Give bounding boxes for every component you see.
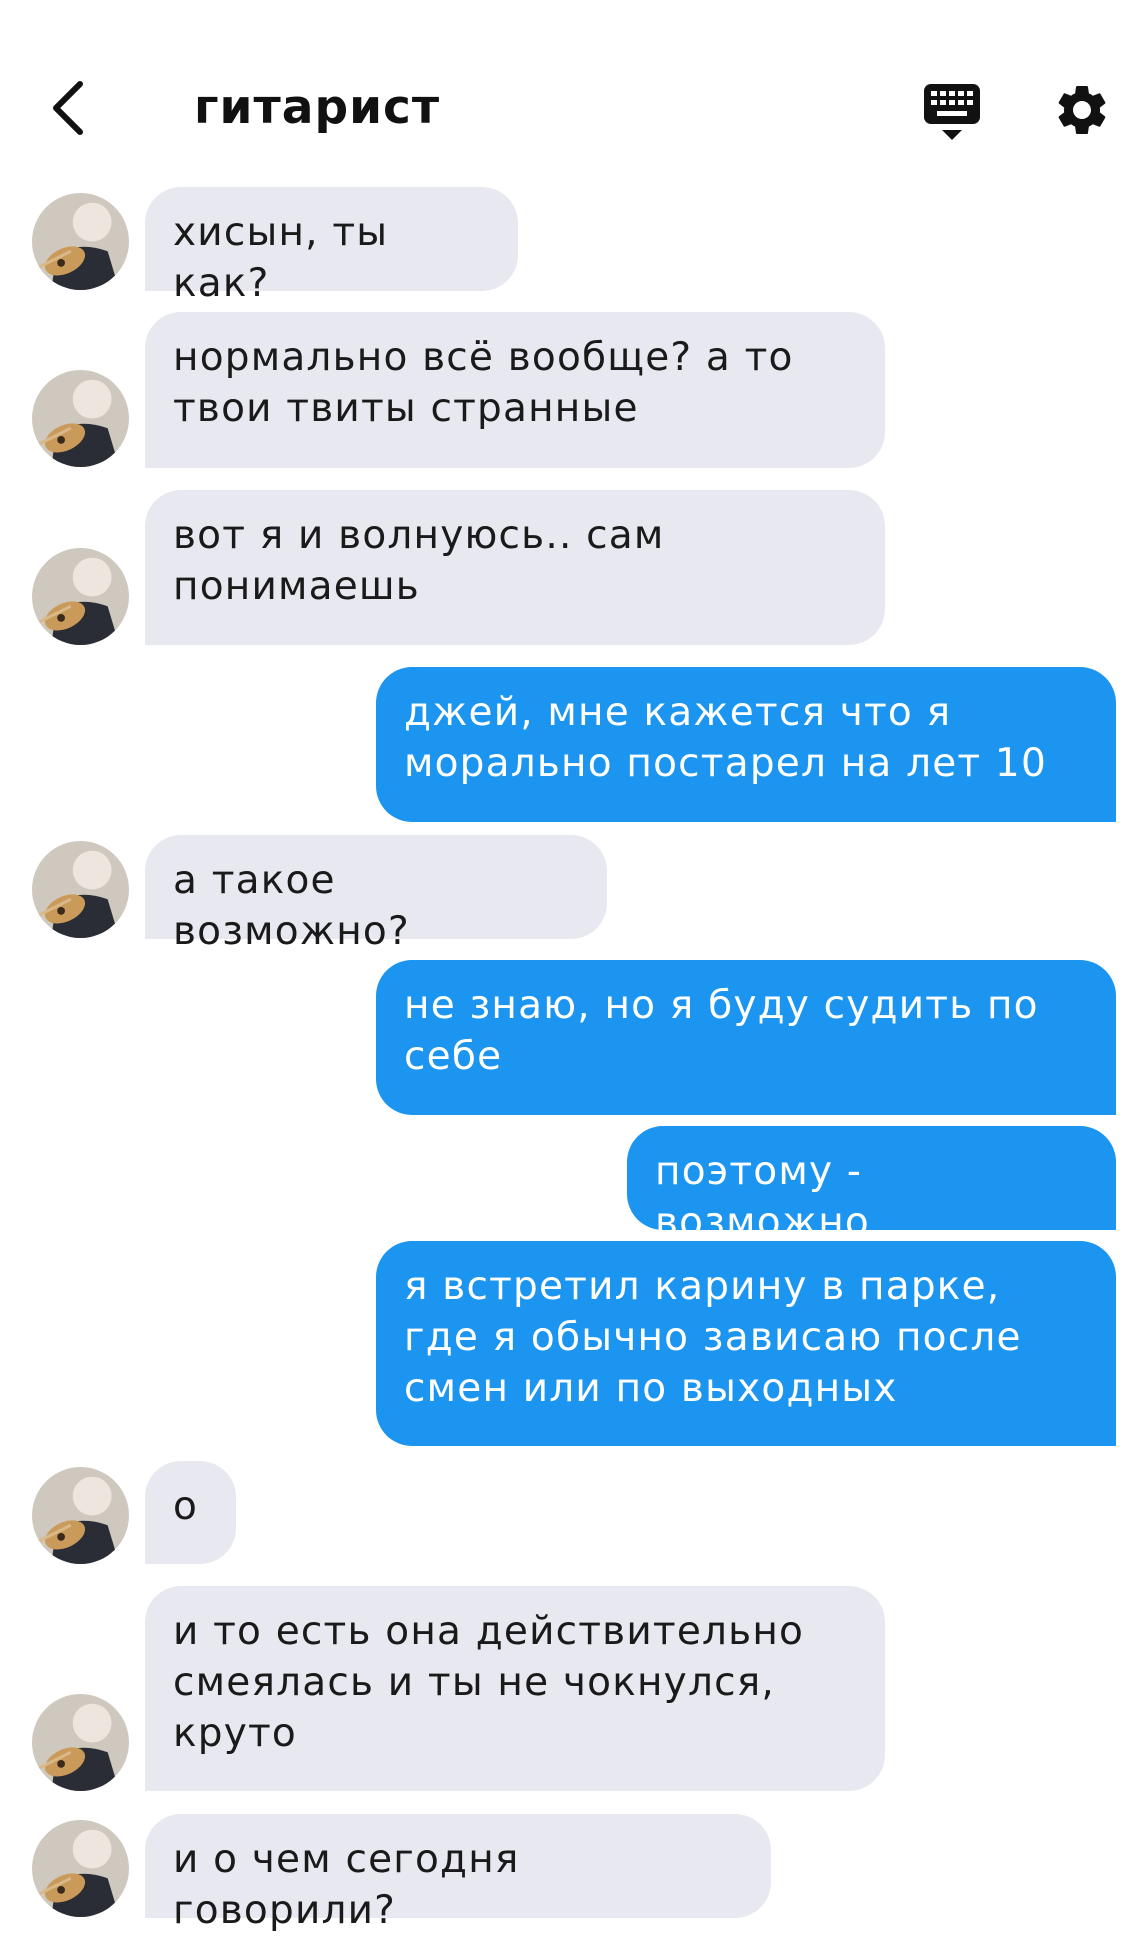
message-bubble-outgoing[interactable]: поэтому - возможно [627, 1126, 1116, 1245]
avatar[interactable] [32, 548, 129, 645]
message-bubble-incoming[interactable]: а такое возможно? [145, 835, 607, 954]
avatar-photo [32, 193, 129, 290]
message-bubble-incoming[interactable]: и о чем сегодня говорили? [145, 1814, 771, 1933]
avatar-photo [32, 1820, 129, 1917]
avatar[interactable] [32, 1820, 129, 1917]
message-bubble-incoming[interactable]: нормально всё вообще? а то твои твиты ст… [145, 312, 885, 468]
avatar[interactable] [32, 1467, 129, 1564]
message-list[interactable]: хисын, ты как? нормально всё вообще? а т… [0, 0, 1146, 1933]
avatar-photo [32, 1694, 129, 1791]
message-bubble-outgoing[interactable]: не знаю, но я буду судить по себе [376, 960, 1116, 1115]
message-bubble-incoming[interactable]: вот я и волнуюсь.. сам понимаешь [145, 490, 885, 645]
avatar[interactable] [32, 1694, 129, 1791]
avatar[interactable] [32, 841, 129, 938]
avatar-photo [32, 548, 129, 645]
avatar-photo [32, 370, 129, 467]
message-bubble-outgoing[interactable]: джей, мне кажется что я морально постаре… [376, 667, 1116, 822]
message-bubble-incoming[interactable]: хисын, ты как? [145, 187, 518, 306]
message-bubble-incoming[interactable]: о [145, 1461, 236, 1564]
message-bubble-outgoing[interactable]: я встретил карину в парке, где я обычно … [376, 1241, 1116, 1446]
avatar-photo [32, 1467, 129, 1564]
avatar[interactable] [32, 193, 129, 290]
avatar[interactable] [32, 370, 129, 467]
avatar-photo [32, 841, 129, 938]
message-bubble-incoming[interactable]: и то есть она действительно смеялась и т… [145, 1586, 885, 1791]
